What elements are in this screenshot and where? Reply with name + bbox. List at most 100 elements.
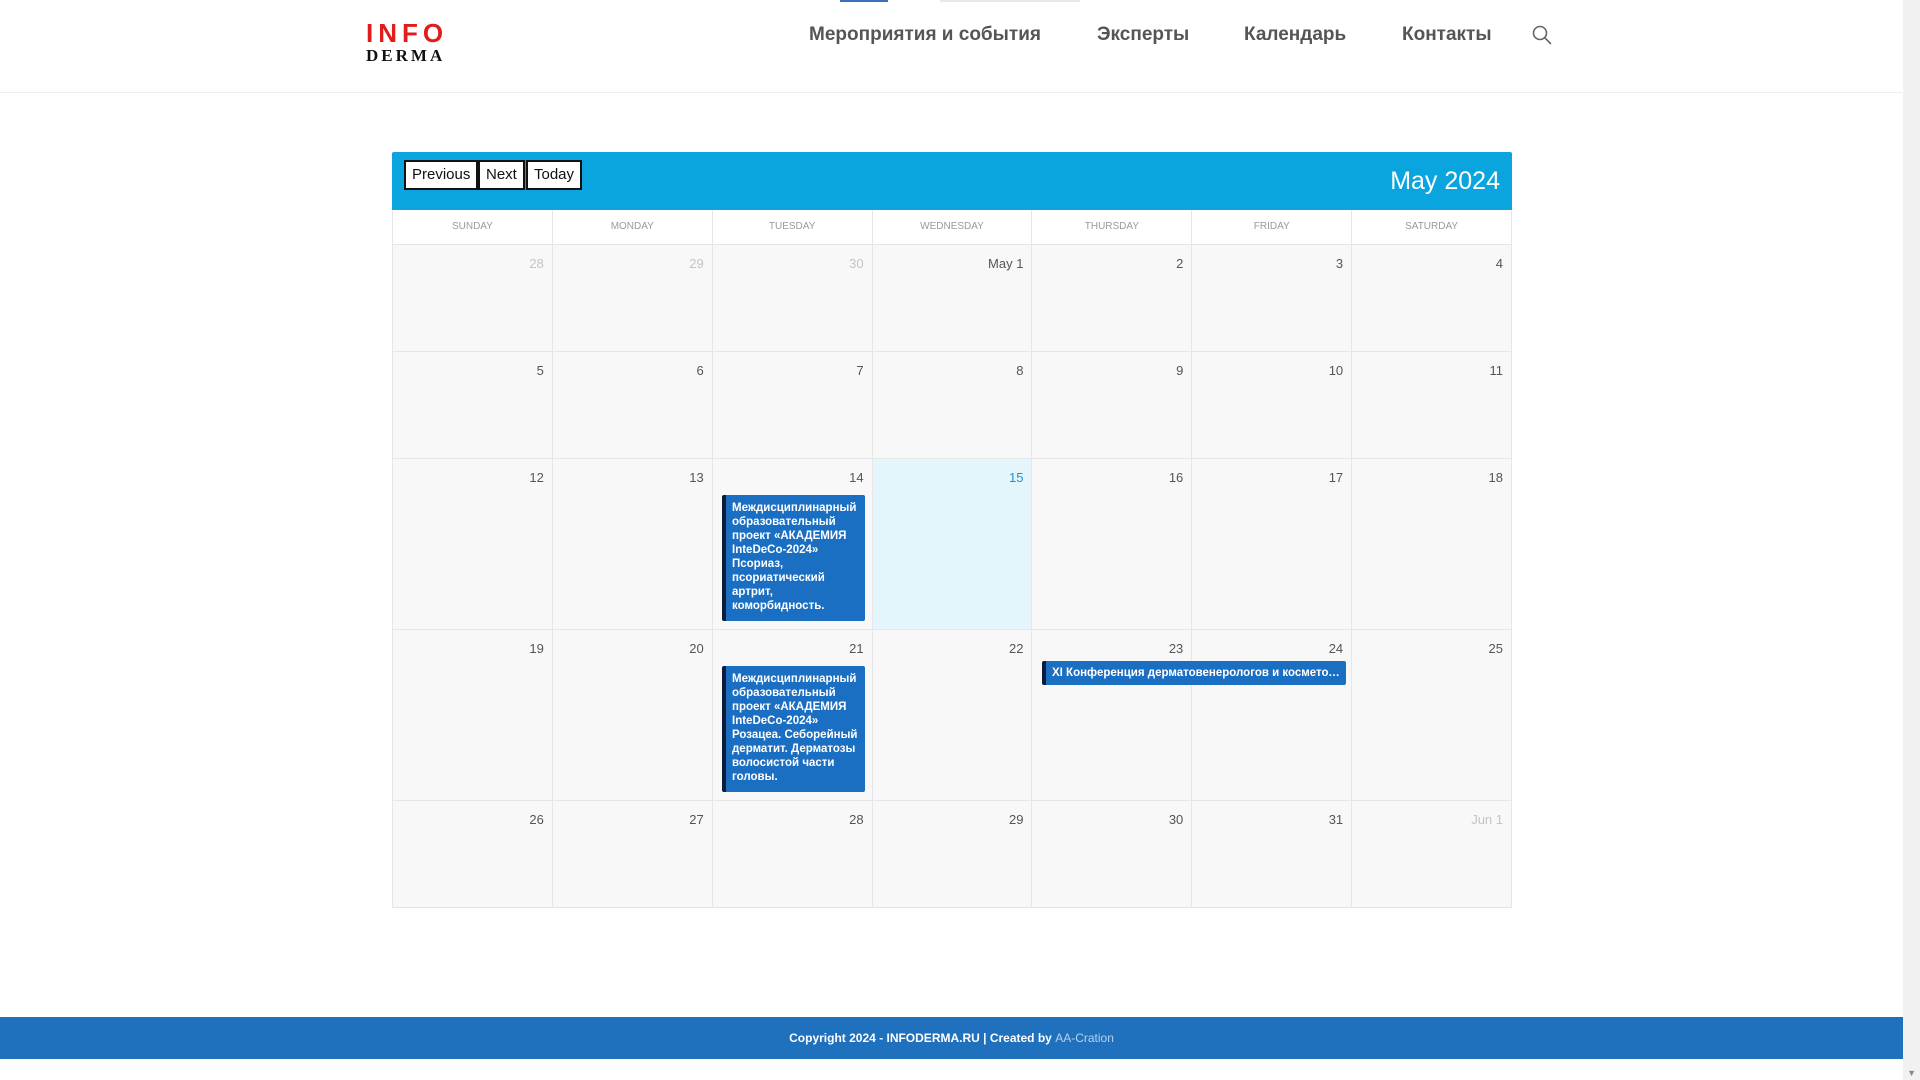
today-button[interactable]: Today [526,160,583,190]
calendar-month-title: May 2024 [1390,167,1500,195]
day-cell[interactable]: 4 [1352,245,1513,352]
day-cell[interactable]: 19 [393,630,553,801]
previous-button[interactable]: Previous [404,160,479,190]
nav-item-contacts[interactable]: Контакты [1402,24,1492,46]
day-cell[interactable]: 20 [552,630,713,801]
day-number: 26 [529,812,544,827]
day-cell[interactable]: 7 [712,352,873,459]
day-number: 10 [1328,363,1344,378]
week-row: 5 6 7 8 9 10 11 [392,352,1513,459]
day-number: 14 [849,470,864,485]
day-cell[interactable]: 22 [872,630,1033,801]
day-cell[interactable]: Jun 1 [1352,801,1513,908]
day-cell[interactable]: 29 [872,801,1033,908]
day-number: 19 [529,641,544,656]
calendar-event[interactable]: Междисциплинарный образовательный проект… [722,495,865,621]
day-number: 3 [1335,256,1344,271]
day-number: Jun 1 [1471,812,1504,827]
day-number: 29 [1008,812,1024,827]
weekday-saturday: SATURDAY [1352,210,1513,245]
day-number: 23 [1168,641,1184,656]
calendar-grid: 28 29 30 May 1 2 3 4 5 6 7 8 9 10 11 12 13 14 15 16 17 18 Меж… [392,245,1513,908]
weekday-tuesday: TUESDAY [712,210,873,245]
day-cell[interactable]: 26 [393,801,553,908]
week-row: 26 27 28 29 30 31 Jun 1 [392,801,1513,908]
day-cell[interactable]: 28 [712,801,873,908]
day-number: 20 [689,641,704,656]
weekday-monday: MONDAY [552,210,713,245]
day-cell[interactable]: 10 [1192,352,1353,459]
day-number: 21 [849,641,864,656]
logo-derma-text: DERMA [366,46,446,65]
day-cell[interactable]: 17 [1192,459,1353,630]
day-number: 12 [529,470,544,485]
next-button[interactable]: Next [478,160,525,190]
event-calendar: Previous Next Today May 2024 SUNDAY MOND… [392,152,1513,908]
calendar-event[interactable]: Междисциплинарный образовательный проект… [722,666,865,792]
day-cell[interactable]: 24 [1192,630,1353,801]
day-number: 11 [1489,363,1504,378]
day-cell[interactable]: 29 [552,245,713,352]
day-cell[interactable]: 23 [1032,630,1193,801]
nav-item-events[interactable]: Мероприятия и события [809,24,1041,46]
week-row: 28 29 30 May 1 2 3 4 [392,245,1513,352]
day-number: 9 [1176,363,1184,378]
day-number: 30 [849,256,864,271]
day-number: 15 [1008,470,1024,485]
day-number: 4 [1495,256,1504,271]
day-cell[interactable]: 9 [1032,352,1193,459]
day-number: 17 [1328,470,1344,485]
day-cell[interactable]: 3 [1192,245,1353,352]
day-number: 31 [1328,812,1344,827]
weekday-thursday: THURSDAY [1032,210,1193,245]
footer-credit-link[interactable]: AA-Cration [1055,1031,1114,1045]
site-header: INFO DERMA Мероприятия и события Эксперт… [0,0,1902,93]
main-nav: Мероприятия и события Эксперты Календарь… [0,24,1902,48]
header-shadow-line [940,0,1080,2]
day-cell[interactable]: 12 [393,459,553,630]
day-number: 27 [689,812,704,827]
nav-item-experts[interactable]: Эксперты [1097,24,1189,46]
day-cell[interactable]: 13 [552,459,713,630]
day-number: 16 [1168,470,1184,485]
calendar-event[interactable]: XI Конференция дерматовенерологов и косм… [1042,661,1346,685]
day-cell[interactable]: May 1 [872,245,1033,352]
day-cell[interactable]: 25 [1352,630,1513,801]
weekday-friday: FRIDAY [1192,210,1353,245]
day-number: 5 [536,363,544,378]
day-number: 30 [1168,812,1184,827]
day-number: 8 [1016,363,1024,378]
header-accent-line [840,0,888,2]
day-cell[interactable]: 30 [712,245,873,352]
day-number: 22 [1008,641,1024,656]
nav-item-calendar[interactable]: Календарь [1244,24,1346,46]
day-cell[interactable]: 27 [552,801,713,908]
day-cell[interactable]: 28 [393,245,553,352]
day-cell[interactable]: 30 [1032,801,1193,908]
page-scrollbar[interactable]: ▼ [1903,0,1920,1080]
footer-copyright: Copyright 2024 - INFODERMA.RU | Created … [789,1031,1056,1045]
day-number: 24 [1328,641,1344,656]
day-number: 13 [689,470,704,485]
weekday-header-row: SUNDAY MONDAY TUESDAY WEDNESDAY THURSDAY… [392,210,1513,245]
weekday-wednesday: WEDNESDAY [872,210,1033,245]
weekday-sunday: SUNDAY [393,210,553,245]
day-cell[interactable]: 6 [552,352,713,459]
search-icon[interactable] [1531,24,1553,46]
week-row: 19 20 21 22 23 24 25 Междисциплинарный образова… [392,630,1513,801]
day-cell[interactable]: 18 [1352,459,1513,630]
scroll-down-arrow-icon[interactable]: ▼ [1907,1068,1916,1078]
day-cell[interactable]: 15 [872,459,1033,630]
calendar-toolbar: Previous Next Today May 2024 [392,152,1512,210]
day-cell[interactable]: 16 [1032,459,1193,630]
day-cell[interactable]: 2 [1032,245,1193,352]
day-cell[interactable]: 5 [393,352,553,459]
day-cell[interactable]: 11 [1352,352,1513,459]
site-footer: Copyright 2024 - INFODERMA.RU | Created … [0,1017,1903,1059]
week-row: 12 13 14 15 16 17 18 Междисциплинарный образова… [392,459,1513,630]
day-number: 6 [696,363,704,378]
day-number: 28 [849,812,864,827]
day-cell[interactable]: 31 [1192,801,1353,908]
day-number: 29 [689,256,704,271]
day-cell[interactable]: 8 [872,352,1033,459]
